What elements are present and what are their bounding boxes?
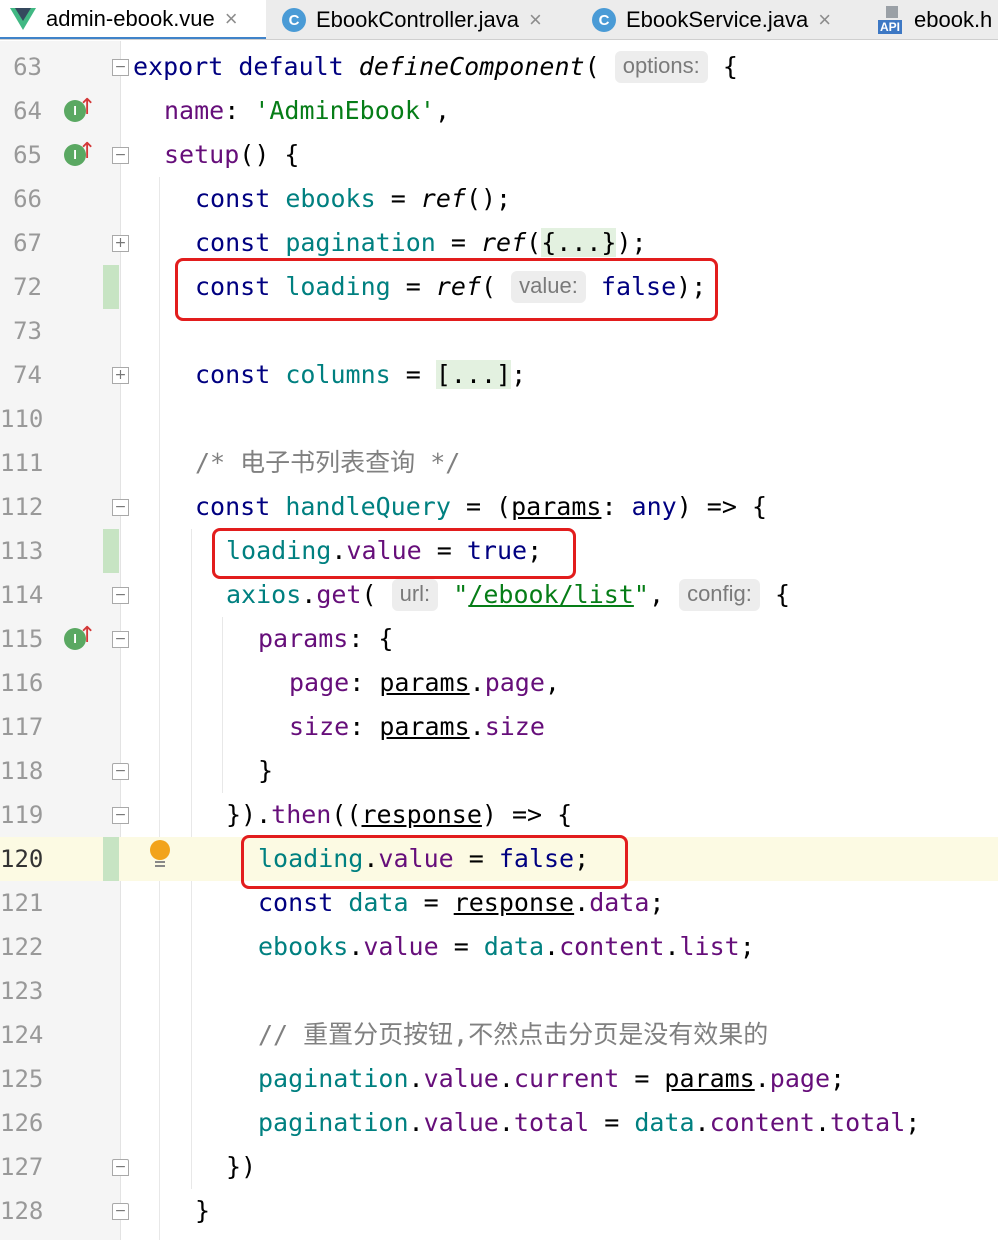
code-line[interactable]: 114 − axios.get( url: "/ebook/list", con… [0, 573, 998, 617]
code-comment: // 重置分页按钮,不然点击分页是没有效果的 [258, 1020, 769, 1049]
vcs-change-marker[interactable] [103, 265, 119, 309]
fold-toggle-icon[interactable]: − [112, 59, 129, 76]
api-icon: API [878, 6, 904, 34]
vue-icon [10, 7, 36, 30]
close-icon[interactable]: × [529, 7, 542, 33]
tab-ebook-h[interactable]: API ebook.h [878, 0, 998, 39]
tab-admin-ebook-vue[interactable]: admin-ebook.vue × [0, 0, 266, 39]
folded-region[interactable]: [...] [435, 360, 512, 389]
code-line[interactable]: 111 /* 电子书列表查询 */ [0, 441, 998, 485]
code-line[interactable]: 125 pagination.value.current = params.pa… [0, 1057, 998, 1101]
highlight-box [175, 258, 718, 321]
line-number: 63 [13, 53, 42, 81]
fold-end-icon[interactable]: − [112, 1159, 129, 1176]
parameter-hint: url: [391, 579, 439, 611]
line-number: 72 [13, 273, 42, 301]
code-line[interactable]: 110 [0, 397, 998, 441]
up-arrow-icon: ↑ [78, 95, 97, 120]
code-line[interactable]: 112 − const handleQuery = (params: any) … [0, 485, 998, 529]
tab-ebook-service[interactable]: C EbookService.java × [592, 0, 862, 39]
line-number: 113 [0, 537, 44, 565]
parameter-hint: options: [614, 51, 708, 83]
code-line[interactable]: 119 − }).then((response) => { [0, 793, 998, 837]
code-line[interactable]: 118 − } [0, 749, 998, 793]
code-line[interactable]: 126 pagination.value.total = data.conten… [0, 1101, 998, 1145]
code-comment: /* 电子书列表查询 */ [195, 448, 461, 477]
editor-tab-bar: admin-ebook.vue × C EbookController.java… [0, 0, 998, 40]
line-number: 124 [0, 1021, 44, 1049]
highlight-box [241, 835, 628, 889]
tab-label: EbookController.java [316, 7, 520, 32]
fold-expand-icon[interactable]: + [112, 367, 129, 384]
code-line[interactable]: 123 [0, 969, 998, 1013]
code-line[interactable]: 127 − }) [0, 1145, 998, 1189]
code-line[interactable]: 122 ebooks.value = data.content.list; [0, 925, 998, 969]
code-line[interactable]: 64 I ↑ name: 'AdminEbook', [0, 89, 998, 133]
lightbulb-icon[interactable] [150, 840, 170, 870]
vcs-change-marker[interactable] [103, 529, 119, 573]
line-number: 122 [0, 933, 44, 961]
line-number: 74 [13, 361, 42, 389]
line-number: 114 [0, 581, 44, 609]
line-number: 115 [0, 625, 44, 653]
line-number: 119 [0, 801, 44, 829]
code-line[interactable]: 128 − } [0, 1189, 998, 1233]
line-number: 117 [0, 713, 44, 741]
tab-ebook-controller[interactable]: C EbookController.java × [282, 0, 582, 39]
code-line[interactable]: 115 I ↑ − params: { [0, 617, 998, 661]
line-number: 127 [0, 1153, 44, 1181]
line-number: 111 [0, 449, 44, 477]
fold-end-icon[interactable]: − [112, 1203, 129, 1220]
line-number: 110 [0, 405, 44, 433]
vcs-change-marker[interactable] [103, 837, 119, 881]
fold-toggle-icon[interactable]: − [112, 587, 129, 604]
line-number: 121 [0, 889, 44, 917]
code-line[interactable]: 63 − export default defineComponent( opt… [0, 45, 998, 89]
parameter-hint: config: [679, 579, 760, 611]
line-number: 66 [13, 185, 42, 213]
code-line[interactable]: 117 size: params.size [0, 705, 998, 749]
line-number: 67 [13, 229, 42, 257]
line-number: 125 [0, 1065, 44, 1093]
code-line[interactable]: 124 // 重置分页按钮,不然点击分页是没有效果的 [0, 1013, 998, 1057]
code-line[interactable]: 65 I ↑ − setup() { [0, 133, 998, 177]
tab-label: ebook.h [914, 7, 993, 32]
line-number: 126 [0, 1109, 44, 1137]
java-class-icon: C [592, 8, 616, 32]
fold-toggle-icon[interactable]: − [112, 631, 129, 648]
line-number: 128 [0, 1197, 44, 1225]
fold-expand-icon[interactable]: + [112, 235, 129, 252]
fold-toggle-icon[interactable]: − [112, 147, 129, 164]
code-line[interactable]: 74 + const columns = [...]; [0, 353, 998, 397]
close-icon[interactable]: × [818, 7, 831, 33]
fold-end-icon[interactable]: − [112, 763, 129, 780]
line-number: 116 [0, 669, 44, 697]
code-line[interactable]: 66 const ebooks = ref(); [0, 177, 998, 221]
line-number: 64 [13, 97, 42, 125]
fold-toggle-icon[interactable]: − [112, 499, 129, 516]
fold-toggle-icon[interactable]: − [112, 807, 129, 824]
tab-label: EbookService.java [626, 7, 809, 32]
code-line[interactable]: 116 page: params.page, [0, 661, 998, 705]
line-number: 120 [0, 837, 43, 881]
highlight-box [212, 528, 576, 579]
line-number: 123 [0, 977, 44, 1005]
up-arrow-icon: ↑ [78, 623, 97, 648]
folded-region[interactable]: {...} [541, 228, 617, 257]
up-arrow-icon: ↑ [78, 139, 97, 164]
line-number: 73 [13, 317, 42, 345]
line-number: 118 [0, 757, 44, 785]
close-icon[interactable]: × [225, 6, 238, 32]
url-link[interactable]: /ebook/list [468, 580, 634, 609]
line-number: 112 [0, 493, 44, 521]
tab-label: admin-ebook.vue [46, 5, 215, 31]
java-class-icon: C [282, 8, 306, 32]
line-number: 65 [13, 141, 42, 169]
